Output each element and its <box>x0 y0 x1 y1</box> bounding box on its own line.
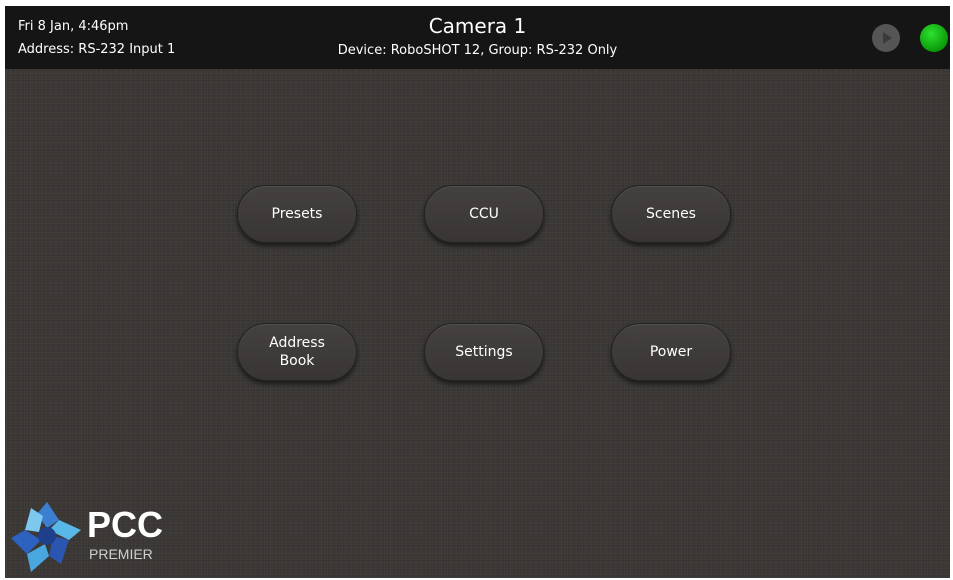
scenes-label: Scenes <box>646 206 696 222</box>
status-indicator <box>920 24 948 52</box>
pcc-premier-logo: PCC PREMIER <box>9 498 169 576</box>
power-label: Power <box>649 344 693 360</box>
presets-button[interactable]: Presets <box>237 185 357 243</box>
address-book-button[interactable]: Address Book <box>237 323 357 381</box>
logo-subtitle: PREMIER <box>89 546 153 562</box>
play-button[interactable] <box>872 24 900 52</box>
settings-label: Settings <box>455 344 513 360</box>
logo-wordmark: PCC <box>87 504 164 545</box>
play-icon <box>883 32 892 44</box>
presets-label: Presets <box>271 206 323 222</box>
scenes-button[interactable]: Scenes <box>611 185 731 243</box>
ccu-button[interactable]: CCU <box>424 185 544 243</box>
device-info: Device: RoboSHOT 12, Group: RS-232 Only <box>337 43 618 58</box>
header-bar: Fri 8 Jan, 4:46pm Address: RS-232 Input … <box>5 6 950 69</box>
power-button[interactable]: Power <box>611 323 731 381</box>
control-panel: Fri 8 Jan, 4:46pm Address: RS-232 Input … <box>5 6 950 578</box>
address-book-label: Address Book <box>269 335 325 369</box>
page-title: Camera 1 <box>428 14 527 38</box>
ccu-label: CCU <box>469 206 499 222</box>
settings-button[interactable]: Settings <box>424 323 544 381</box>
logo-mark-icon <box>11 502 81 572</box>
